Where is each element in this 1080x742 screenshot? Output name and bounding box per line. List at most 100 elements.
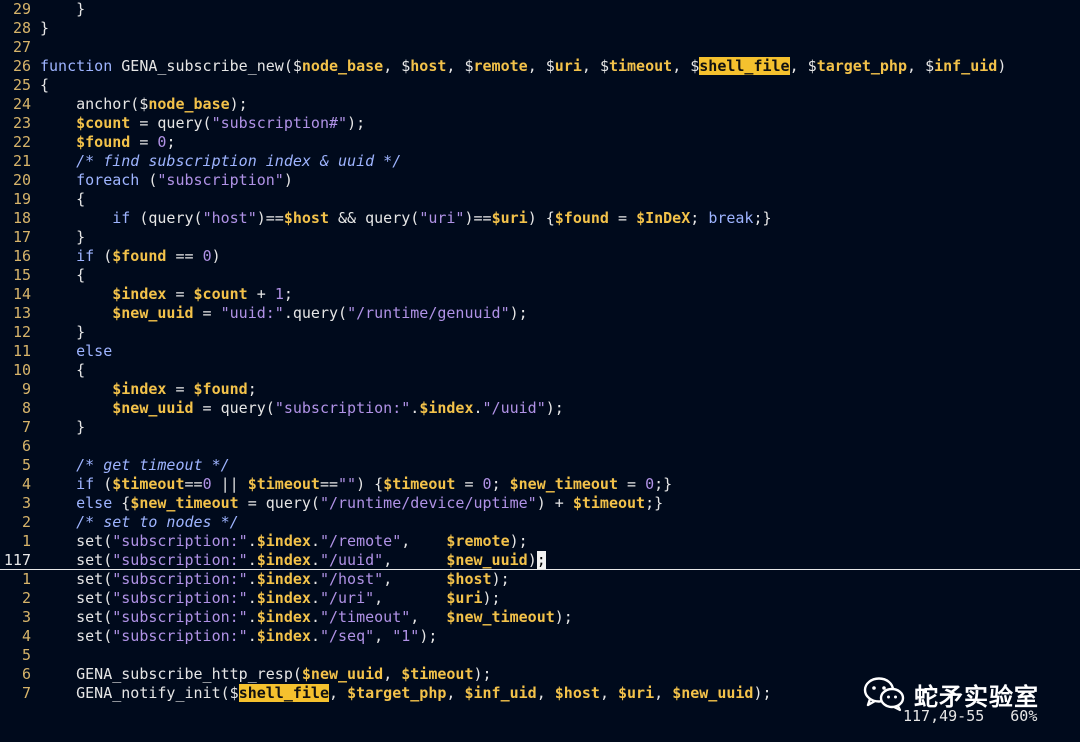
line-code: } [40,418,85,437]
code-line[interactable]: 11 else [0,342,1080,361]
code-token: $found [554,209,609,227]
code-line[interactable]: 26 function GENA_subscribe_new($node_base… [0,57,1080,76]
code-token: $remote [446,532,510,550]
line-code: $new_uuid = query("subscription:".$index… [40,399,564,418]
code-line[interactable]: 25 { [0,76,1080,95]
code-line[interactable]: 23 $count = query("subscription#"); [0,114,1080,133]
code-line[interactable]: 1 set("subscription:".$index."/remote", … [0,532,1080,551]
code-line[interactable]: 29 } [0,0,1080,19]
code-line[interactable]: 12 } [0,323,1080,342]
code-line[interactable]: 5 [0,646,1080,665]
code-token: $timeout [383,475,456,493]
code-token: $new_uuid [112,399,194,417]
code-token: = query( [193,399,275,417]
line-code: set("subscription:".$index."/host", $hos… [40,570,510,589]
code-line[interactable]: 27 [0,38,1080,57]
code-token: $index [256,570,311,588]
line-code: /* get timeout */ [40,456,230,475]
line-number: 21 [12,152,31,170]
code-token: target_php [816,57,907,75]
code-token: , [401,532,447,550]
code-token: ); [509,304,528,322]
code-token: ; [166,133,176,151]
code-token: . [247,551,257,569]
code-line[interactable]: 6 [0,437,1080,456]
code-token: = query( [238,494,320,512]
code-line[interactable]: 5 /* get timeout */ [0,456,1080,475]
code-line[interactable]: 21 /* find subscription index & uuid */ [0,152,1080,171]
code-token: 0 [482,475,492,493]
code-token: uri [554,57,582,75]
line-number: 11 [12,342,31,360]
code-line[interactable]: 13 $new_uuid = "uuid:".query("/runtime/g… [0,304,1080,323]
code-token: 0 [202,247,212,265]
line-code: { [40,190,85,209]
code-line[interactable]: 9 $index = $found; [0,380,1080,399]
code-token: .query( [283,304,348,322]
code-token: . [247,570,257,588]
code-token: if [112,209,131,227]
code-token: break [708,209,754,227]
code-line[interactable]: 17 } [0,228,1080,247]
code-line[interactable]: 15 { [0,266,1080,285]
line-number: 5 [21,456,31,474]
code-line[interactable]: 24 anchor($node_base); [0,95,1080,114]
line-number: 23 [12,114,31,132]
line-number: 10 [12,361,31,379]
code-line[interactable]: 3 set("subscription:".$index."/timeout",… [0,608,1080,627]
code-token: $index [419,399,474,417]
code-line[interactable]: 4 set("subscription:".$index."/seq", "1"… [0,627,1080,646]
code-token: set( [40,551,113,569]
code-line[interactable]: 2 set("subscription:".$index."/uri", $ur… [0,589,1080,608]
current-code-line[interactable]: 117 set("subscription:".$index."/uuid", … [0,551,1080,570]
watermark-text: 蛇矛实验室 [914,682,1039,711]
code-token: $index [256,551,311,569]
line-number: 3 [21,494,31,512]
code-editor[interactable]: 29 } 28} 27 26 function GENA_subscribe_new($… [0,0,1080,703]
code-line[interactable]: 22 $found = 0; [0,133,1080,152]
code-line[interactable]: 18 if (query("host")==$host && query("ur… [0,209,1080,228]
line-number: 2 [21,589,31,607]
code-token: , [581,57,600,75]
code-token: "subscription:" [112,532,248,550]
code-token: = [608,209,637,227]
code-line[interactable]: 19 { [0,190,1080,209]
code-token: , [383,570,447,588]
code-token: )== [256,209,284,227]
line-number: 27 [12,38,31,56]
code-token: $index [112,285,167,303]
code-token: "/uri" [319,589,375,607]
code-token: . [247,589,257,607]
line-number: 26 [12,57,31,75]
code-token: , [536,684,555,702]
code-line[interactable]: 7 } [0,418,1080,437]
code-token: "/uuid" [319,551,384,569]
code-line[interactable]: 20 foreach ("subscription") [0,171,1080,190]
line-number: 12 [12,323,31,341]
code-token: /* get timeout */ [76,456,230,474]
code-line[interactable]: 10 { [0,361,1080,380]
code-line[interactable]: 8 $new_uuid = query("subscription:".$ind… [0,399,1080,418]
code-token: , [599,684,618,702]
code-token: ) { [527,209,555,227]
code-line[interactable]: 3 else {$new_timeout = query("/runtime/d… [0,494,1080,513]
code-line[interactable]: 28} [0,19,1080,38]
code-token: )== [464,209,492,227]
code-token: $ [925,57,935,75]
line-number: 18 [12,209,31,227]
code-token: $uri [446,589,483,607]
line-code: $index = $count + 1; [40,285,293,304]
line-number: 28 [12,19,31,37]
code-token: function [40,57,113,75]
code-line[interactable]: 16 if ($found == 0) [0,247,1080,266]
line-code: GENA_notify_init($shell_file, $target_ph… [40,684,772,703]
code-line[interactable]: 4 if ($timeout==0 || $timeout=="") {$tim… [0,475,1080,494]
code-line[interactable]: 1 set("subscription:".$index."/host", $h… [0,570,1080,589]
code-line[interactable]: 2 /* set to nodes */ [0,513,1080,532]
code-token: "subscription" [157,171,284,189]
code-token: ) + [536,494,573,512]
code-line[interactable]: 14 $index = $count + 1; [0,285,1080,304]
